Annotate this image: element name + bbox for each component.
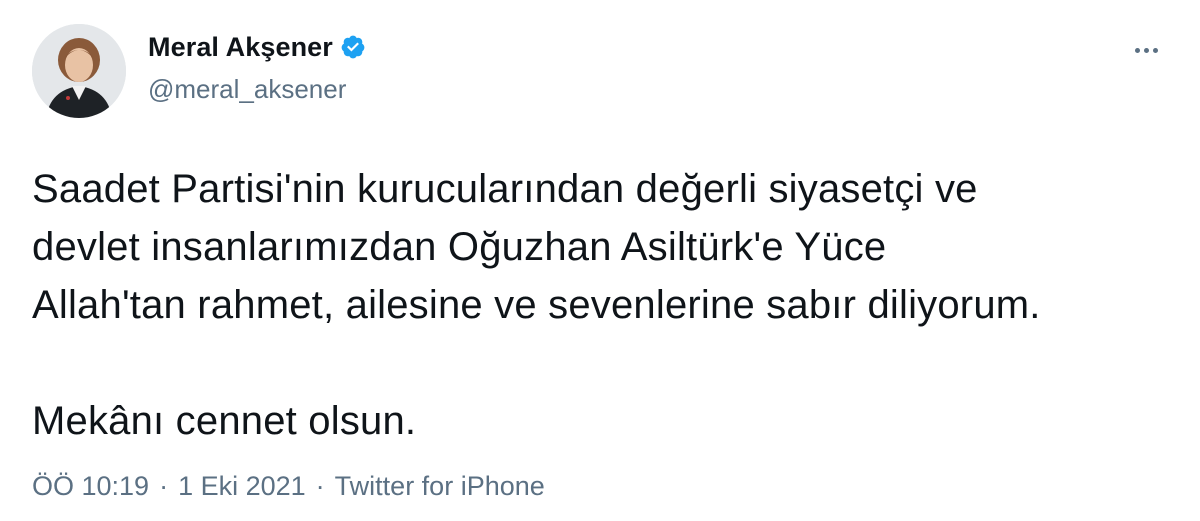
- more-dot: [1143, 47, 1149, 53]
- more-options-icon[interactable]: [1128, 38, 1164, 62]
- meta-separator: ·: [159, 471, 169, 501]
- tweet-text-line: Saadet Partisi'nin kurucularından değerl…: [32, 167, 978, 211]
- avatar-image: [32, 24, 126, 118]
- avatar[interactable]: [32, 24, 126, 118]
- author-handle[interactable]: @meral_aksener: [148, 72, 346, 106]
- tweet-card: Meral Akşener @meral_aksener Saadet Part…: [0, 0, 1200, 521]
- tweet-text: Saadet Partisi'nin kurucularından değerl…: [32, 160, 1182, 450]
- display-name[interactable]: Meral Akşener: [148, 30, 333, 64]
- meta-separator: ·: [315, 471, 325, 501]
- tweet-metadata: ÖÖ 10:19 · 1 Eki 2021 · Twitter for iPho…: [32, 468, 545, 504]
- verified-badge-icon: [340, 34, 366, 60]
- tweet-text-line: Allah'tan rahmet, ailesine ve sevenlerin…: [32, 283, 1041, 327]
- tweet-time[interactable]: ÖÖ 10:19: [32, 468, 149, 504]
- author-name-row: Meral Akşener: [148, 30, 366, 64]
- tweet-text-closing: Mekânı cennet olsun.: [32, 399, 417, 443]
- tweet-source[interactable]: Twitter for iPhone: [335, 468, 545, 504]
- more-dot: [1134, 47, 1140, 53]
- tweet-date[interactable]: 1 Eki 2021: [178, 468, 306, 504]
- tweet-text-line: devlet insanlarımızdan Oğuzhan Asiltürk'…: [32, 225, 887, 269]
- more-dot: [1152, 47, 1158, 53]
